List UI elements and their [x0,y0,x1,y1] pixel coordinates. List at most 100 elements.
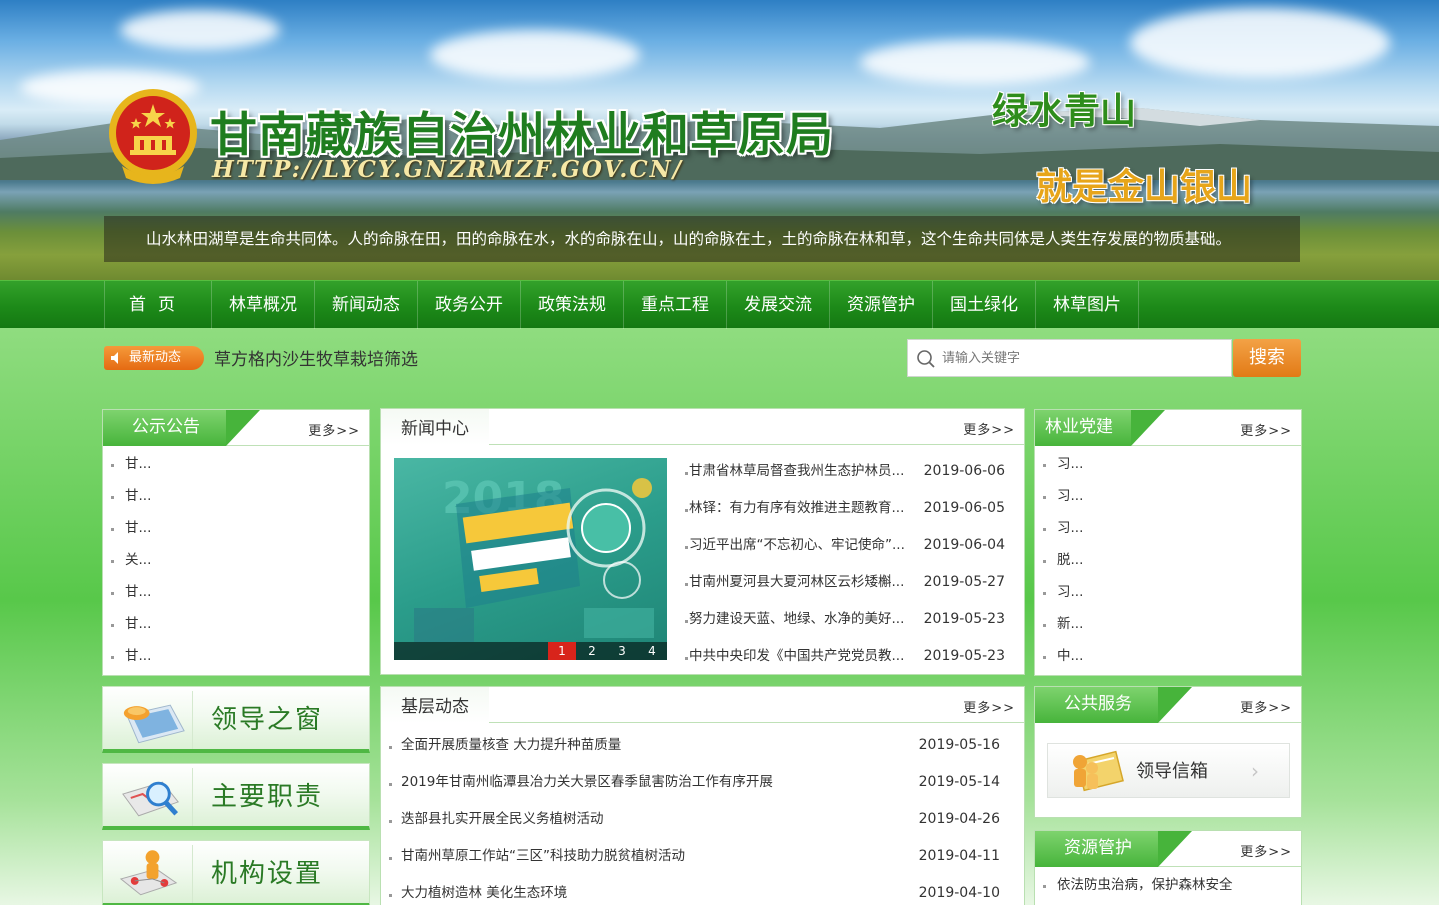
search-button[interactable]: 搜索 [1233,339,1301,377]
notice-more-link[interactable]: 更多>> [308,420,360,439]
nav-item[interactable]: 新闻动态 [315,281,418,329]
quick-link-duties-label: 主要职责 [211,782,324,812]
service-more-link[interactable]: 更多>> [1240,697,1292,716]
item-title: 甘南州夏河县大夏河林区云杉矮槲... [689,574,905,590]
cloud [1130,8,1390,78]
grassroots-more-link[interactable]: 更多>> [963,697,1015,716]
nav-item[interactable]: 首页 [104,281,212,329]
item-title: 努力建设天蓝、地绿、水净的美好... [689,611,905,627]
slideshow-page-button[interactable]: 2 [578,642,606,660]
resource-panel-title[interactable]: 资源管护 [1035,831,1192,867]
service-panel-header: 公共服务 更多>> [1035,687,1301,723]
nav-list: 首页 林草概况 新闻动态 政务公开 政策法规 重点工程 发展交流 资源管护 国土绿化 林草图片 [104,281,1139,329]
party-building-panel: 林业党建 更多>> 习... 习... 习... 脱... 习... 新... 中... [1034,409,1302,676]
list-item[interactable]: 甘... [103,576,369,608]
item-title: 大力植树造林 美化生态环境 [401,885,568,901]
leader-mailbox-button[interactable]: 领导信箱 › [1047,743,1290,798]
party-panel-title[interactable]: 林业党建 [1035,410,1165,446]
item-date: 2019-04-26 [918,811,1000,827]
slideshow-pager: 1234 [394,642,667,660]
news-more-link[interactable]: 更多>> [963,419,1015,438]
motto-bar: 山水林田湖草是生命共同体。人的命脉在田，田的命脉在水，水的命脉在山，山的命脉在土… [104,216,1300,262]
item-title: 迭部县扎实开展全民义务植树活动 [401,811,604,827]
site-banner: 甘南藏族自治州林业和草原局 HTTP://LYCY.GNZRMZF.GOV.CN… [0,0,1439,280]
nav-item[interactable]: 重点工程 [624,281,727,329]
service-panel-title[interactable]: 公共服务 [1035,687,1192,723]
list-item[interactable]: 脱... [1035,544,1301,576]
main-nav: 首页 林草概况 新闻动态 政务公开 政策法规 重点工程 发展交流 资源管护 国土绿化 林草图片 [0,280,1439,329]
site-url: HTTP://LYCY.GNZRMZF.GOV.CN/ [212,156,684,183]
list-item[interactable]: 习... [1035,480,1301,512]
item-date: 2019-04-11 [918,848,1000,864]
list-item[interactable]: 甘南州草原工作站“三区”科技助力脱贫植树活动 2019-04-11 [381,838,1024,875]
list-item[interactable]: 努力建设天蓝、地绿、水净的美好... 2019-05-23 [677,601,1019,638]
list-item[interactable]: 甘... [103,512,369,544]
list-item[interactable]: 中... [1035,640,1301,672]
news-panel-title[interactable]: 新闻中心 [381,409,489,445]
list-item[interactable]: 甘... [103,640,369,672]
quick-link-organization[interactable]: 机构设置 [102,840,370,905]
slideshow-page-button[interactable]: 4 [638,642,666,660]
notice-panel: 公示公告 更多>> 甘... 甘... 甘... 关... 甘... 甘... 甘... [102,409,370,676]
cloud [120,10,280,50]
list-item[interactable]: 依法防虫治病，保护森林安全 [1035,867,1301,903]
magnifier-map-icon [122,768,193,826]
item-date: 2019-05-23 [923,648,1005,664]
item-date: 2019-06-05 [923,500,1005,516]
site-title: 甘南藏族自治州林业和草原局 [210,108,834,163]
resource-protection-panel: 资源管护 更多>> 依法防虫治病，保护森林安全 [1034,830,1302,905]
search-input[interactable] [942,346,1227,370]
list-item[interactable]: 大力植树造林 美化生态环境 2019-04-10 [381,875,1024,905]
nav-item[interactable]: 政务公开 [418,281,521,329]
slideshow-image: 2018 [414,473,654,642]
notice-list: 甘... 甘... 甘... 关... 甘... 甘... 甘... [103,446,369,672]
list-item[interactable]: 中共中央印发《中国共产党党员教... 2019-05-23 [677,638,1019,674]
nav-item[interactable]: 林草图片 [1036,281,1139,329]
grassroots-panel-title[interactable]: 基层动态 [381,687,489,723]
list-item[interactable]: 甘南州夏河县大夏河林区云杉矮槲... 2019-05-27 [677,564,1019,601]
item-title: 林铎：有力有序有效推进主题教育... [689,500,905,516]
list-item[interactable]: 全面开展质量核查 大力提升种苗质量 2019-05-16 [381,727,1024,764]
news-slideshow[interactable]: 2018 1234 [394,458,667,660]
notice-panel-title[interactable]: 公示公告 [103,410,260,446]
list-item[interactable]: 习... [1035,512,1301,544]
search-icon [917,350,935,368]
list-item[interactable]: 甘... [103,448,369,480]
grassroots-list: 全面开展质量核查 大力提升种苗质量 2019-05-16 2019年甘南州临潭县冶力… [381,723,1024,905]
nav-item[interactable]: 政策法规 [521,281,624,329]
resource-more-link[interactable]: 更多>> [1240,841,1292,860]
list-item[interactable]: 甘... [103,608,369,640]
nav-item[interactable]: 林草概况 [212,281,315,329]
nav-item[interactable]: 资源管护 [830,281,933,329]
list-item[interactable]: 林铎：有力有序有效推进主题教育... 2019-06-05 [677,490,1019,527]
item-date: 2019-06-06 [923,463,1005,479]
nav-item[interactable]: 发展交流 [727,281,830,329]
list-item[interactable]: 甘... [103,480,369,512]
item-title: 习近平出席“不忘初心、牢记使命”... [689,537,905,553]
list-item[interactable]: 习... [1035,448,1301,480]
news-center-panel: 新闻中心 更多>> 2018 1234 甘肃省林草局督查我州生态护林员... 20… [380,408,1025,675]
list-item[interactable]: 甘肃省林草局督查我州生态护林员... 2019-06-06 [677,453,1019,490]
list-item[interactable]: 2019年甘南州临潭县冶力关大景区春季鼠害防治工作有序开展 2019-05-14 [381,764,1024,801]
cloud [860,40,1090,85]
slideshow-page-button[interactable]: 1 [548,642,576,660]
item-title: 中共中央印发《中国共产党党员教... [689,648,905,664]
list-item[interactable]: 新... [1035,608,1301,640]
list-item[interactable]: 习近平出席“不忘初心、牢记使命”... 2019-06-04 [677,527,1019,564]
slideshow-page-button[interactable]: 3 [608,642,636,660]
list-item[interactable]: 迭部县扎实开展全民义务植树活动 2019-04-26 [381,801,1024,838]
party-list: 习... 习... 习... 脱... 习... 新... 中... [1035,446,1301,672]
nav-item[interactable]: 国土绿化 [933,281,1036,329]
list-item[interactable]: 习... [1035,576,1301,608]
national-emblem [109,89,197,184]
party-more-link[interactable]: 更多>> [1240,420,1292,439]
latest-news-headline[interactable]: 草方格内沙生牧草栽培筛选 [214,345,418,370]
party-panel-header: 林业党建 更多>> [1035,410,1301,446]
map-tablet-icon [123,691,193,749]
list-item[interactable]: 关... [103,544,369,576]
quick-link-duties[interactable]: 主要职责 [102,763,370,830]
public-service-panel: 公共服务 更多>> 领导信箱 › [1034,686,1302,818]
slogan-line-1: 绿水青山 [992,90,1137,132]
item-date: 2019-05-16 [918,737,1000,753]
quick-link-leaders[interactable]: 领导之窗 [102,686,370,753]
